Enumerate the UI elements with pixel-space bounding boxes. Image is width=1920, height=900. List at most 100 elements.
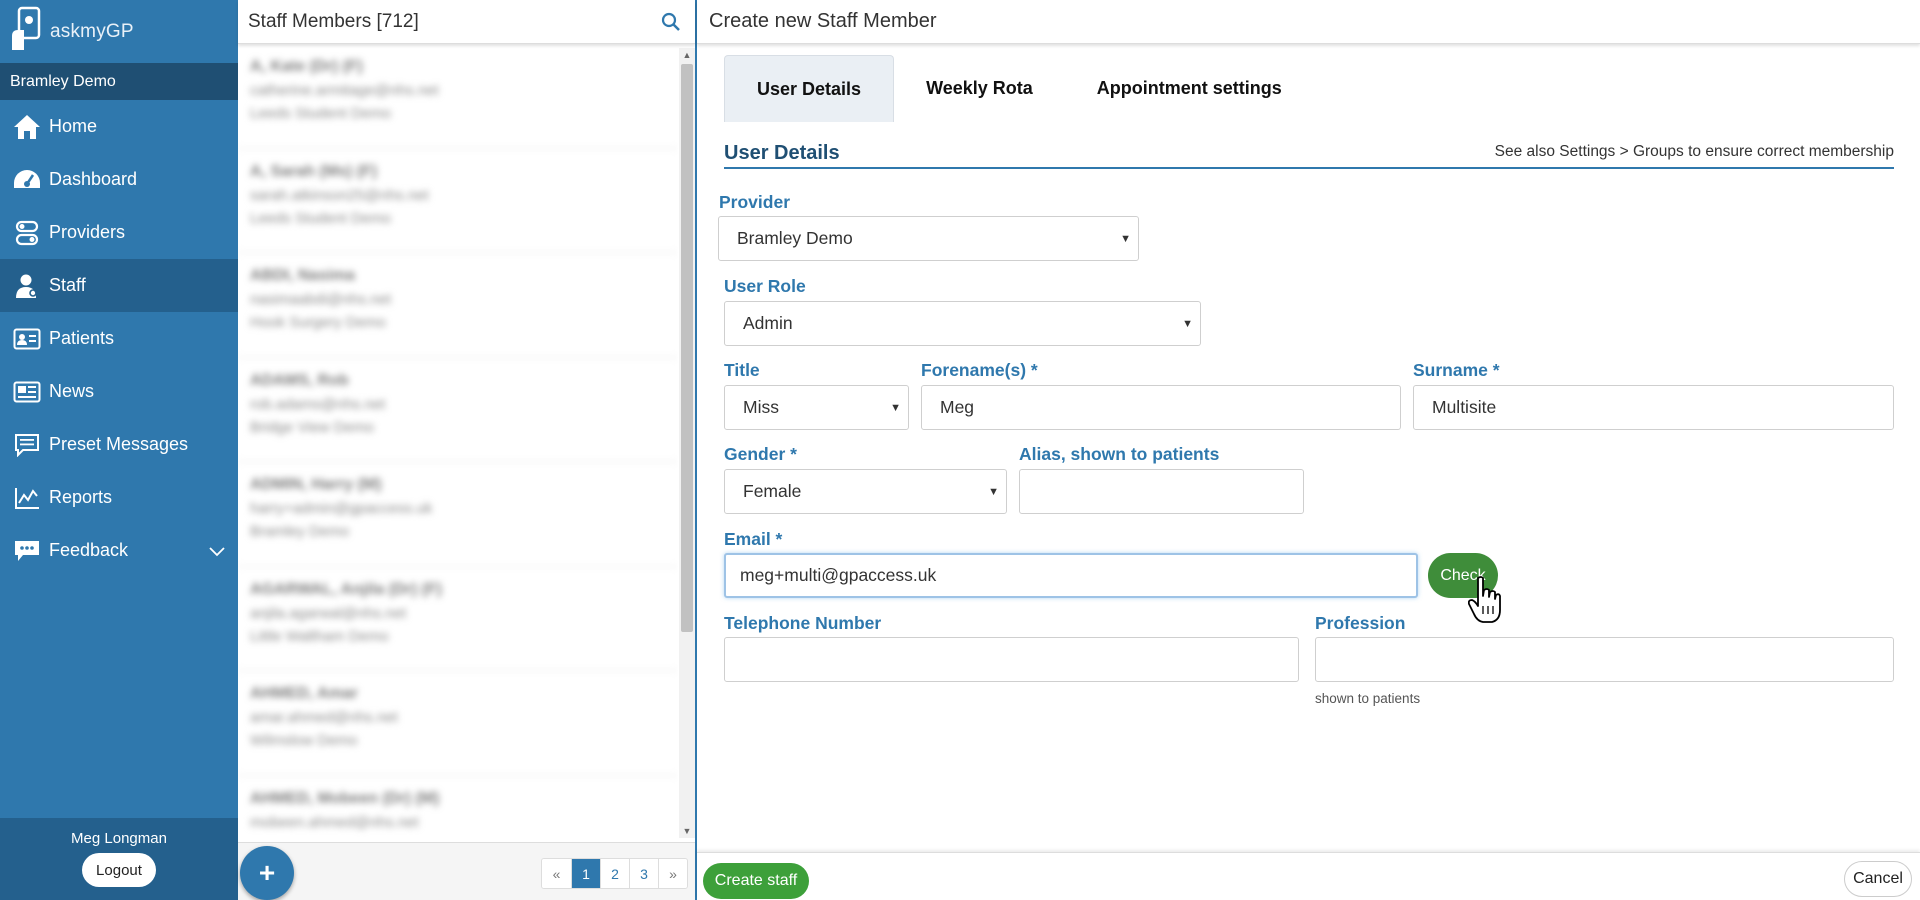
user-name: Meg Longman <box>71 830 167 847</box>
create-staff-button[interactable]: Create staff <box>703 863 809 899</box>
sidebar-item-feedback[interactable]: Feedback <box>0 524 238 577</box>
staff-name: AHMED, Mobeen (Dr) (M) <box>250 789 440 807</box>
title-select[interactable]: Miss ▼ <box>724 385 909 430</box>
staff-email: anjila.agarwal@nhs.net <box>250 604 407 622</box>
gender-select[interactable]: Female ▼ <box>724 469 1007 514</box>
sidebar-item-label: Preset Messages <box>49 434 189 454</box>
staff-practice: Leeds Student Demo <box>250 209 391 227</box>
sidebar-item-label: Providers <box>49 222 126 242</box>
news-icon <box>12 377 42 407</box>
home-icon <box>12 112 42 142</box>
sidebar-item-label: Feedback <box>49 540 129 560</box>
sidebar-item-staff[interactable]: Staff <box>0 259 238 312</box>
reports-icon <box>12 483 42 513</box>
profession-hint: shown to patients <box>1315 691 1421 706</box>
tab-user-details[interactable]: User Details <box>724 55 895 122</box>
staff-email: sarah.atkinson25@nhs.net <box>250 186 429 204</box>
logo-text: askmyGP <box>50 20 134 42</box>
sidebar-item-label: Staff <box>49 275 86 295</box>
app-logo[interactable]: askmyGP <box>0 0 238 63</box>
staff-practice: Bridge View Demo <box>250 418 374 436</box>
list-item[interactable]: AHMED, Mobeen (Dr) (M) mobeen.ahmed@nhs.… <box>238 776 678 843</box>
user-block: Meg Longman Logout <box>0 818 238 900</box>
list-item[interactable]: A, Sarah (Ms) (F) sarah.atkinson25@nhs.n… <box>238 149 678 253</box>
staff-list-panel: Staff Members [712] A, Kate (Dr) (F) cat… <box>238 0 697 900</box>
page-1-button[interactable]: 1 <box>571 859 600 888</box>
sidebar-item-reports[interactable]: Reports <box>0 471 238 524</box>
staff-practice: Hook Surgery Demo <box>250 314 386 331</box>
page-prev-button[interactable]: « <box>542 859 571 888</box>
scroll-thumb[interactable] <box>681 64 693 632</box>
page-3-button[interactable]: 3 <box>629 859 658 888</box>
page-title: Create new Staff Member <box>697 0 1920 44</box>
staff-email: rob.adams@nhs.net <box>250 395 386 413</box>
provider-value: Bramley Demo <box>737 228 853 248</box>
dashboard-icon <box>12 165 42 195</box>
staff-practice: Wilmslow Demo <box>250 732 358 749</box>
sidebar-item-preset-messages[interactable]: Preset Messages <box>0 418 238 471</box>
caret-down-icon: ▼ <box>1120 233 1131 245</box>
hand-cursor-icon <box>1467 576 1502 629</box>
sidebar-item-dashboard[interactable]: Dashboard <box>0 153 238 206</box>
sidebar: askmyGP Bramley Demo Home Dashboard Prov… <box>0 0 238 900</box>
user-role-label: User Role <box>724 276 806 296</box>
page-2-button[interactable]: 2 <box>600 859 629 888</box>
provider-select[interactable]: Bramley Demo ▼ <box>718 216 1139 261</box>
main-panel: Create new Staff Member User Details Wee… <box>697 0 1920 900</box>
profession-field[interactable] <box>1315 637 1894 682</box>
forename-field[interactable]: Meg <box>921 385 1401 430</box>
profession-label: Profession <box>1315 613 1406 633</box>
sidebar-item-patients[interactable]: Patients <box>0 312 238 365</box>
staff-name: ADMIN, Harry (M) <box>250 476 382 493</box>
section-divider <box>724 167 1894 169</box>
sidebar-item-label: Patients <box>49 328 115 348</box>
surname-value: Multisite <box>1432 397 1497 417</box>
alias-field[interactable] <box>1019 469 1304 514</box>
telephone-field[interactable] <box>724 637 1299 682</box>
staff-list-scrollbar[interactable]: ▲ ▼ <box>679 48 695 838</box>
caret-down-icon: ▼ <box>988 486 999 498</box>
list-item[interactable]: AHMED, Amar amar.ahmed@nhs.net Wilmslow … <box>238 671 678 776</box>
page-next-button[interactable]: » <box>658 859 687 888</box>
list-item[interactable]: ADAMS, Rob rob.adams@nhs.net Bridge View… <box>238 358 678 462</box>
caret-down-icon: ▼ <box>1182 318 1193 330</box>
gender-value: Female <box>743 481 802 501</box>
user-role-select[interactable]: Admin ▼ <box>724 301 1201 346</box>
surname-label: Surname * <box>1413 360 1500 380</box>
list-item[interactable]: ADMIN, Harry (M) harry+admin@gpaccess.uk… <box>238 462 678 567</box>
scroll-up-icon[interactable]: ▲ <box>679 48 695 62</box>
scroll-down-icon[interactable]: ▼ <box>679 824 695 838</box>
chevron-down-icon[interactable] <box>208 541 226 562</box>
staff-list-header: Staff Members [712] <box>238 0 695 44</box>
form-footer: Create staff Cancel <box>697 852 1920 900</box>
staff-name: AHMED, Amar <box>250 685 358 702</box>
list-item[interactable]: AGARWAL, Anjila (Dr) (F) anjila.agarwal@… <box>238 567 678 671</box>
staff-icon <box>12 271 42 301</box>
search-icon[interactable] <box>655 6 687 38</box>
title-label: Title <box>724 360 760 380</box>
list-item[interactable]: A, Kate (Dr) (F) catherine.armitage@nhs.… <box>238 44 678 149</box>
sidebar-item-label: Home <box>49 116 98 136</box>
surname-field[interactable]: Multisite <box>1413 385 1894 430</box>
sidebar-item-providers[interactable]: Providers <box>0 206 238 259</box>
logout-button[interactable]: Logout <box>82 853 156 887</box>
user-role-value: Admin <box>743 313 793 333</box>
staff-name: ABDI, Nasima <box>250 267 355 284</box>
add-staff-button[interactable]: + <box>240 846 294 900</box>
sidebar-item-label: Dashboard <box>49 169 138 189</box>
providers-icon <box>12 218 42 248</box>
tab-appointment-settings[interactable]: Appointment settings <box>1065 55 1314 122</box>
forename-value: Meg <box>940 397 975 417</box>
email-value: meg+multi@gpaccess.uk <box>740 565 937 585</box>
staff-list-footer: + « 1 2 3 » <box>238 842 695 900</box>
practice-name: Bramley Demo <box>0 63 238 100</box>
sidebar-item-news[interactable]: News <box>0 365 238 418</box>
staff-name: AGARWAL, Anjila (Dr) (F) <box>250 580 442 598</box>
cancel-button[interactable]: Cancel <box>1844 861 1912 897</box>
email-field[interactable]: meg+multi@gpaccess.uk <box>724 553 1418 598</box>
messages-icon <box>12 430 42 460</box>
form-tabs: User Details Weekly Rota Appointment set… <box>724 55 1314 122</box>
tab-weekly-rota[interactable]: Weekly Rota <box>894 55 1065 122</box>
list-item[interactable]: ABDI, Nasima nasimaabdi@nhs.net Hook Sur… <box>238 253 678 358</box>
sidebar-item-home[interactable]: Home <box>0 100 238 153</box>
